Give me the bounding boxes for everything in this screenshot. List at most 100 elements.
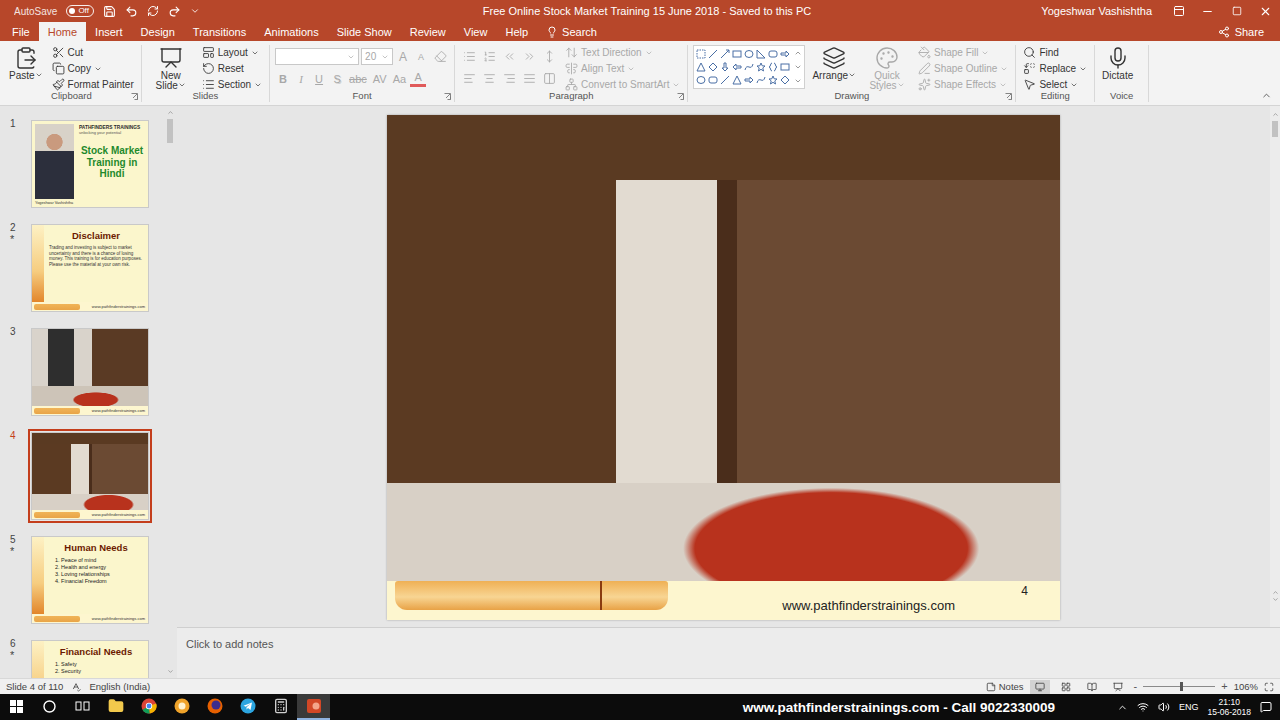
ribbon-small-button[interactable]: Layout [200, 45, 261, 60]
view-button[interactable] [1082, 680, 1102, 694]
maximize-button[interactable] [1222, 0, 1251, 22]
format-button[interactable]: AV [371, 70, 389, 87]
slide-thumbnail[interactable]: www.pathfinderstrainings.com [31, 328, 149, 416]
save-button[interactable] [103, 5, 116, 18]
zoom-slider[interactable] [1143, 686, 1215, 687]
zoom-out-button[interactable]: - [1134, 681, 1138, 692]
format-button[interactable]: A [410, 70, 426, 87]
slide-thumbnail-row[interactable]: 1Yogeshwar VashishthaPATHFINDERS TRAININ… [0, 117, 165, 211]
slide-thumbnail-row[interactable]: 5*Human Needs1. Peace of mind2. Health a… [0, 533, 165, 627]
shape-arrowR-icon[interactable] [780, 49, 790, 59]
shape-line-icon[interactable] [720, 75, 730, 85]
shape-diamond-icon[interactable] [780, 75, 790, 85]
shape-rtri-icon[interactable] [756, 49, 766, 59]
spell-check-icon[interactable] [71, 682, 81, 692]
slide-thumbnail[interactable]: Human Needs1. Peace of mind2. Health and… [31, 536, 149, 624]
shape-rect-icon[interactable] [780, 62, 790, 72]
ribbon-tab[interactable]: Slide Show [328, 22, 401, 41]
shapes-gallery[interactable] [693, 45, 805, 89]
icon-button[interactable] [500, 48, 518, 65]
ribbon-tab[interactable]: Transitions [184, 22, 255, 41]
slide-thumbnail-row[interactable]: 2*DisclaimerTrading and investing is sub… [0, 221, 165, 315]
repeat-button[interactable] [147, 5, 159, 17]
icon-button[interactable] [480, 48, 498, 65]
shape-diamond-icon[interactable] [708, 62, 718, 72]
ribbon-small-button[interactable]: Select [1021, 77, 1080, 92]
shape-rrect-icon[interactable] [708, 75, 718, 85]
customize-button[interactable] [190, 6, 200, 16]
view-button[interactable] [1056, 680, 1076, 694]
ribbon-small-button[interactable]: Text Direction [563, 45, 655, 60]
ribbon-small-button[interactable]: Format Painter [50, 77, 136, 92]
dialog-launcher[interactable] [1005, 93, 1012, 100]
shape-arrowR-icon[interactable] [744, 75, 754, 85]
ribbon-small-button[interactable]: Replace [1021, 61, 1089, 76]
ribbon-small-button[interactable]: Find [1021, 45, 1060, 60]
ribbon-small-button[interactable]: Copy [50, 61, 104, 76]
tell-me-search[interactable]: Search [537, 22, 606, 41]
search-button[interactable] [33, 694, 66, 720]
icon-button[interactable] [520, 48, 538, 65]
shape-tri-icon[interactable] [696, 62, 706, 72]
ribbon-small-button[interactable]: Section [200, 77, 264, 92]
shape-rect-icon[interactable] [732, 49, 742, 59]
ribbon-small-button[interactable]: Align Text [563, 61, 637, 76]
ribbon-large-button[interactable]: Arrange [810, 45, 858, 82]
shape-oval-icon[interactable] [744, 49, 754, 59]
font-field[interactable] [275, 48, 359, 65]
icon-button[interactable] [500, 70, 518, 87]
format-button[interactable]: B [275, 70, 291, 87]
taskbar-app[interactable] [264, 694, 297, 720]
shape-line-icon[interactable] [708, 49, 718, 59]
format-button[interactable]: U [311, 70, 327, 87]
format-button[interactable]: abc [347, 70, 369, 87]
share-button[interactable]: Share [1202, 22, 1280, 41]
scroll-down-icon[interactable] [794, 63, 802, 71]
notes-pane[interactable]: Click to add notes [177, 627, 1280, 678]
icon-button[interactable] [540, 70, 558, 87]
redo-button[interactable] [168, 5, 181, 18]
pane-scrollbar[interactable] [165, 106, 175, 678]
volume-icon[interactable] [1158, 701, 1170, 713]
clock[interactable]: 21:1015-06-2018 [1208, 697, 1251, 717]
ribbon-tab[interactable]: Animations [255, 22, 327, 41]
ribbon-small-button[interactable]: Convert to SmartArt [563, 77, 682, 92]
slide-thumbnail-row[interactable]: 3www.pathfinderstrainings.com [0, 325, 165, 419]
shape-line2-icon[interactable] [720, 49, 730, 59]
more-shapes-icon[interactable] [794, 77, 802, 85]
dialog-launcher[interactable] [677, 93, 684, 100]
taskbar-app[interactable] [231, 694, 264, 720]
editor-scrollbar[interactable] [1270, 106, 1280, 627]
notifications-icon[interactable] [1260, 701, 1272, 713]
start-button[interactable] [0, 694, 33, 720]
ribbon-tab[interactable]: Help [496, 22, 537, 41]
taskbar-app[interactable] [198, 694, 231, 720]
minimize-button[interactable] [1193, 0, 1222, 22]
hidden-icons-icon[interactable] [1117, 702, 1128, 713]
ribbon-large-button[interactable]: Dictate [1100, 45, 1135, 82]
slide-thumbnail-row[interactable]: 6*Financial Needs1. Safety2. Securitywww… [0, 637, 165, 678]
shape-tri-icon[interactable] [732, 75, 742, 85]
format-button[interactable]: A [413, 48, 429, 65]
scroll-thumb[interactable] [167, 119, 173, 143]
input-language[interactable]: ENG [1179, 702, 1199, 712]
view-button[interactable] [1030, 680, 1050, 694]
zoom-in-button[interactable]: + [1221, 681, 1227, 692]
taskbar-app[interactable] [297, 694, 330, 720]
undo-button[interactable] [125, 5, 138, 18]
shape-oval-icon[interactable] [696, 75, 706, 85]
icon-button[interactable] [460, 70, 478, 87]
collapse-ribbon-button[interactable] [1255, 90, 1278, 105]
icon-button[interactable] [540, 48, 558, 65]
ribbon-large-button[interactable]: Paste [7, 45, 45, 82]
taskbar-app[interactable] [99, 694, 132, 720]
ribbon-small-button[interactable]: Shape Effects [916, 77, 1009, 92]
taskbar-app[interactable] [132, 694, 165, 720]
fit-to-window-icon[interactable] [1264, 682, 1274, 692]
size-field[interactable]: 20 [361, 48, 393, 65]
taskbar-app[interactable] [165, 694, 198, 720]
slide-thumbnail[interactable]: DisclaimerTrading and investing is subje… [31, 224, 149, 312]
icon-button[interactable] [431, 48, 449, 65]
slide-thumbnail[interactable]: Yogeshwar VashishthaPATHFINDERS TRAINING… [31, 120, 149, 208]
format-button[interactable]: Aa [391, 70, 408, 87]
